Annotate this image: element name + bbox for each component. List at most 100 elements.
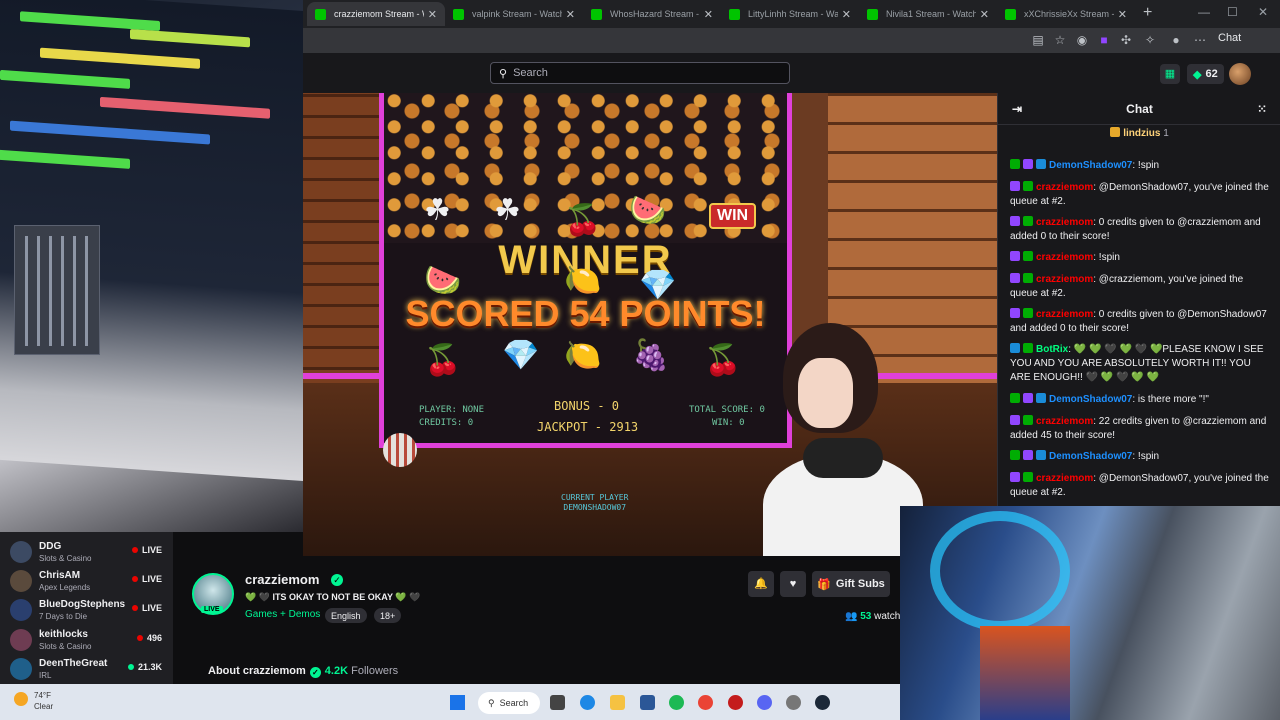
viewer-count: 496 [136, 633, 162, 643]
bits-button[interactable]: ◆ 62 [1187, 64, 1224, 84]
reading-list-icon[interactable]: ▤ [1031, 33, 1045, 47]
mod-badge-icon[interactable] [1023, 181, 1033, 191]
sub-badge-icon[interactable] [1010, 308, 1020, 318]
chat-username[interactable]: crazziemom [1036, 182, 1093, 193]
community-icon[interactable]: ⁙ [1257, 102, 1267, 116]
prime-crown-icon[interactable]: ▦ [1160, 64, 1180, 84]
extension-icon[interactable]: ◉ [1075, 33, 1089, 47]
settings-gear-icon[interactable] [786, 695, 801, 710]
windows-start-icon[interactable] [450, 695, 465, 710]
chrome-icon[interactable] [698, 695, 713, 710]
chat-message: BotRix: 💚 💚 🖤 💚 🖤 💚PLEASE KNOW I SEE YOU… [1010, 343, 1272, 385]
sub-badge-icon[interactable] [1010, 472, 1020, 482]
close-tab-icon[interactable]: ✕ [428, 8, 437, 21]
new-tab-button[interactable]: + [1143, 4, 1152, 22]
mod-badge-icon[interactable] [1023, 472, 1033, 482]
notifications-bell-icon[interactable]: 🔔 [748, 571, 774, 597]
browser-tab[interactable]: crazziemom Stream - W ✕ [307, 2, 445, 26]
sub-badge-icon[interactable] [1023, 450, 1033, 460]
minimize-icon[interactable]: — [1198, 5, 1210, 19]
pinned-hype-bar[interactable]: lindzius 1 [998, 127, 1280, 145]
vip-badge-icon[interactable] [1036, 159, 1046, 169]
vip-badge-icon[interactable] [1036, 450, 1046, 460]
chat-username[interactable]: crazziemom [1036, 252, 1093, 263]
mod-badge-icon[interactable] [1010, 450, 1020, 460]
chat-username[interactable]: crazziemom [1036, 217, 1093, 228]
close-tab-icon[interactable]: ✕ [980, 8, 989, 21]
user-avatar[interactable] [1229, 63, 1251, 85]
task-view-icon[interactable] [550, 695, 565, 710]
sidebar-channel[interactable]: BlueDogStephens 7 Days to Die LIVE [10, 596, 170, 624]
obs-icon[interactable] [728, 695, 743, 710]
mod-badge-icon[interactable] [1023, 251, 1033, 261]
more-menu-icon[interactable]: ⋯ [1193, 33, 1207, 47]
sub-badge-icon[interactable] [1010, 181, 1020, 191]
gift-subs-button[interactable]: 🎁 Gift Subs [812, 571, 890, 597]
chat-username[interactable]: DemonShadow07 [1049, 160, 1132, 171]
channel-name[interactable]: crazziemom [245, 572, 319, 587]
store-icon[interactable] [640, 695, 655, 710]
sidebar-channel[interactable]: ChrisAM Apex Legends LIVE [10, 567, 170, 595]
tag-18plus[interactable]: 18+ [374, 608, 402, 623]
spotify-icon[interactable] [669, 695, 684, 710]
search-input[interactable]: ⚲ Search [490, 62, 790, 84]
close-tab-icon[interactable]: ✕ [1118, 8, 1127, 21]
stream-video-player[interactable]: ☘ ☘ 🍒 🍉 WIN WINNER SCORED 54 POINTS! 🍉 🍋… [303, 93, 997, 556]
twitch-extension-icon[interactable]: ■ [1097, 33, 1111, 47]
mod-badge-icon[interactable] [1010, 159, 1020, 169]
collections-icon[interactable]: ✧ [1143, 33, 1157, 47]
close-tab-icon[interactable]: ✕ [842, 8, 851, 21]
scored-points-text: SCORED 54 POINTS! [405, 293, 766, 334]
vip-badge-icon[interactable] [1036, 393, 1046, 403]
close-tab-icon[interactable]: ✕ [704, 8, 713, 21]
cherry-icon: 🍒 [564, 204, 602, 237]
viewers-icon: 👥 [845, 611, 858, 622]
follow-heart-icon[interactable]: ♥ [780, 571, 806, 597]
edge-icon[interactable] [580, 695, 595, 710]
bookmark-star-icon[interactable]: ☆ [1053, 33, 1067, 47]
sub-badge-icon[interactable] [1010, 251, 1020, 261]
browser-tab[interactable]: valpink Stream - Watch Live✕ [445, 2, 583, 26]
chat-username[interactable]: crazziemom [1036, 274, 1093, 285]
mod-badge-icon[interactable] [1023, 273, 1033, 283]
file-explorer-icon[interactable] [610, 695, 625, 710]
chat-username[interactable]: crazziemom [1036, 473, 1093, 484]
close-tab-icon[interactable]: ✕ [566, 8, 575, 21]
profile-avatar-icon[interactable]: ● [1169, 33, 1183, 47]
browser-tab[interactable]: WhosHazard Stream - Watch✕ [583, 2, 721, 26]
mod-badge-icon[interactable] [1023, 216, 1033, 226]
mod-badge-icon[interactable] [1023, 415, 1033, 425]
sub-badge-icon[interactable] [1010, 415, 1020, 425]
grapes-icon: 🍇 [632, 339, 670, 372]
sub-badge-icon[interactable] [1010, 273, 1020, 283]
steam-icon[interactable] [815, 695, 830, 710]
chat-username[interactable]: BotRix [1036, 344, 1068, 355]
mod-badge-icon[interactable] [1023, 343, 1033, 353]
mod-badge-icon[interactable] [1023, 308, 1033, 318]
sub-badge-icon[interactable] [1023, 393, 1033, 403]
sub-badge-icon[interactable] [1023, 159, 1033, 169]
vip-badge-icon[interactable] [1010, 343, 1020, 353]
chat-username[interactable]: DemonShadow07 [1049, 394, 1132, 405]
taskbar-search[interactable]: ⚲ Search [478, 692, 540, 714]
copilot-chat-button[interactable]: Chat [1218, 32, 1241, 44]
tag-english[interactable]: English [325, 608, 367, 623]
discord-icon[interactable] [757, 695, 772, 710]
browser-tab[interactable]: Nivila1 Stream - Watch Live✕ [859, 2, 997, 26]
collapse-chat-icon[interactable]: ⇥ [1012, 102, 1022, 116]
browser-tab[interactable]: xXChrissieXx Stream - W✕ [997, 2, 1135, 26]
sub-badge-icon[interactable] [1010, 216, 1020, 226]
sidebar-channel[interactable]: keithlocks Slots & Casino 496 [10, 626, 170, 654]
bonus-label: BONUS - 0 [554, 399, 620, 413]
close-window-icon[interactable]: ✕ [1258, 5, 1268, 19]
browser-tab[interactable]: LittyLinhh Stream - Watch Li✕ [721, 2, 859, 26]
chat-username[interactable]: DemonShadow07 [1049, 451, 1132, 462]
sidebar-channel[interactable]: DeenTheGreat IRL 21.3K [10, 655, 170, 683]
maximize-icon[interactable]: ☐ [1227, 5, 1238, 19]
mod-badge-icon[interactable] [1010, 393, 1020, 403]
category-link[interactable]: Games + Demos [245, 609, 320, 620]
puzzle-extensions-icon[interactable]: ✣ [1119, 33, 1133, 47]
sidebar-channel[interactable]: DDG Slots & Casino LIVE [10, 538, 170, 566]
chat-username[interactable]: crazziemom [1036, 309, 1093, 320]
chat-username[interactable]: crazziemom [1036, 416, 1093, 427]
